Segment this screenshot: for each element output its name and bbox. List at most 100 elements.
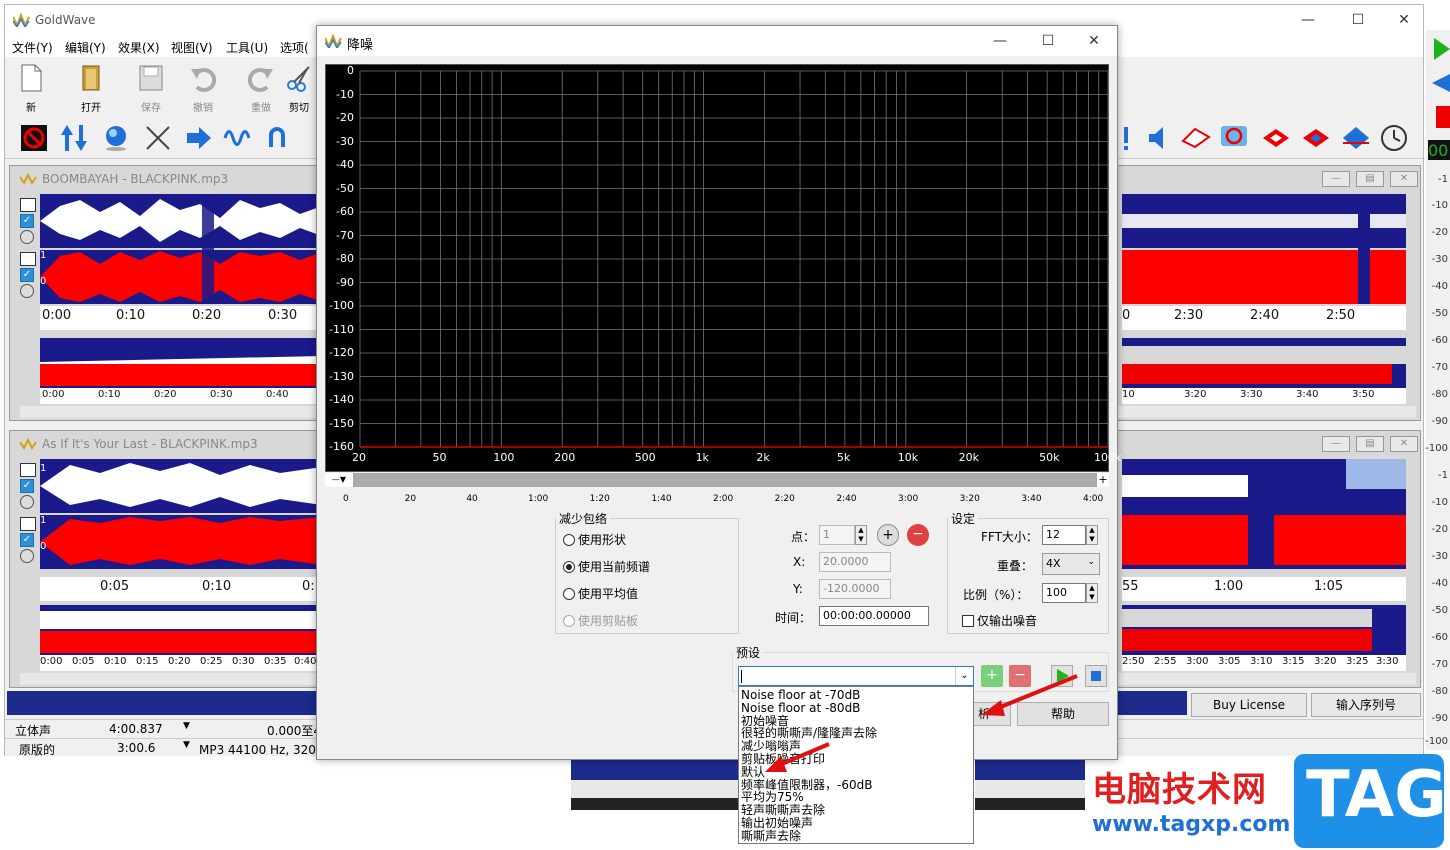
insert-arrow-icon[interactable] <box>183 123 213 153</box>
cut-button[interactable]: 剪切 <box>279 61 319 115</box>
radio-use-clipboard[interactable]: 使用剪贴板 <box>563 612 638 629</box>
channel-select-icon[interactable] <box>20 463 36 477</box>
scroll-left-icon[interactable]: —▼ <box>325 473 353 487</box>
waveform-right[interactable] <box>1122 194 1406 306</box>
output-noise-only-checkbox[interactable]: 仅输出噪音 <box>962 612 1037 629</box>
channel-2-solo-icon[interactable] <box>20 284 34 298</box>
zoom-in-icon[interactable]: + <box>1097 473 1109 487</box>
time-field[interactable]: 00:00:00.00000 <box>819 606 929 626</box>
channel-1-solo-icon[interactable] <box>20 495 34 509</box>
route-arrow-icon[interactable] <box>1181 123 1211 153</box>
diamond-blue-icon[interactable] <box>1301 123 1331 153</box>
preset-item[interactable]: Noise floor at -80dB <box>741 701 860 715</box>
point-field[interactable]: 1 <box>819 525 855 545</box>
fft-spinner-icon[interactable]: ▲ ▼ <box>1086 525 1098 545</box>
dialog-close-icon[interactable]: ✕ <box>1071 26 1117 56</box>
remove-point-icon[interactable]: − <box>907 524 929 546</box>
waveform-left-2[interactable] <box>40 459 322 569</box>
volume-icon[interactable] <box>1143 123 1173 153</box>
radio-use-average[interactable]: 使用平均值 <box>563 585 638 602</box>
open-button[interactable]: 打开 <box>71 61 111 115</box>
globe-icon[interactable] <box>101 123 131 153</box>
overview-left[interactable] <box>40 338 322 388</box>
buy-license-button[interactable]: Buy License <box>1191 693 1307 717</box>
preset-item[interactable]: 嘶嘶声去除 <box>741 829 801 843</box>
ratio-label: 比例（%）： <box>963 588 1029 602</box>
play-icon[interactable] <box>1434 38 1450 60</box>
ratio-spinner-icon[interactable]: ▲ ▼ <box>1086 583 1098 603</box>
undo-button[interactable]: 撤销 <box>183 61 223 115</box>
length-dropdown-icon[interactable]: ▼ <box>183 721 190 731</box>
channel-select-icon[interactable] <box>20 198 36 212</box>
original-dropdown-icon[interactable]: ▼ <box>183 740 190 750</box>
time-scrollbar[interactable]: —▼ + <box>325 473 1109 487</box>
clock-icon[interactable] <box>1379 123 1409 153</box>
menu-view[interactable]: 视图(V) <box>171 39 213 56</box>
menu-edit[interactable]: 编辑(Y) <box>65 39 106 56</box>
enter-serial-button[interactable]: 输入序列号 <box>1311 693 1421 717</box>
chevron-down-icon[interactable]: ⌄ <box>955 667 973 685</box>
add-point-icon[interactable]: + <box>877 524 899 546</box>
channel-1-checkbox[interactable]: ✓ <box>20 214 34 228</box>
scissors-icon <box>287 66 310 92</box>
overview-right-2[interactable] <box>1122 605 1406 655</box>
overview-right[interactable] <box>1122 338 1406 388</box>
diamond-red-icon[interactable] <box>1261 123 1291 153</box>
menu-effects[interactable]: 效果(X) <box>118 39 160 56</box>
channel-1-solo-icon[interactable] <box>20 230 34 244</box>
wave-icon[interactable] <box>223 123 253 153</box>
redo-button[interactable]: 重做 <box>241 61 281 115</box>
preset-item[interactable]: 默认 <box>741 765 765 779</box>
save-button[interactable]: 保存 <box>131 61 171 115</box>
expand-vertical-icon[interactable] <box>59 123 89 153</box>
menu-file[interactable]: 文件(Y) <box>12 39 53 56</box>
fft-size-field[interactable]: 12 <box>1042 525 1086 545</box>
channel-select-icon-2[interactable] <box>20 252 36 266</box>
sound-2-restore-icon[interactable]: ▤ <box>1356 436 1384 452</box>
channel-1-checkbox[interactable]: ✓ <box>20 479 34 493</box>
time-ruler-right[interactable]: 0 2:30 2:40 2:50 <box>1122 306 1406 330</box>
y-field[interactable]: -120.0000 <box>819 579 891 599</box>
channel-2-checkbox[interactable]: ✓ <box>20 533 34 547</box>
sound-1-restore-icon[interactable]: ▤ <box>1356 171 1384 187</box>
stop-chat-icon[interactable] <box>1219 123 1249 153</box>
ruler-label: 2:40 <box>1250 308 1280 323</box>
stop-record-icon[interactable] <box>19 123 49 153</box>
waveform-left[interactable] <box>40 194 322 306</box>
x-field[interactable]: 20.0000 <box>819 552 891 572</box>
minimize-icon[interactable]: — <box>1285 5 1331 35</box>
record-icon[interactable] <box>1436 106 1450 128</box>
preset-combobox[interactable]: ⌄ <box>738 666 974 686</box>
point-spinner-icon[interactable]: ▲ ▼ <box>855 525 867 545</box>
radio-use-current-spectrum[interactable]: 使用当前频谱 <box>563 558 650 575</box>
scroll-thumb[interactable] <box>353 473 1097 487</box>
sound-2-minimize-icon[interactable]: — <box>1322 436 1350 452</box>
rewind-icon[interactable] <box>1432 74 1450 92</box>
time-ruler-right-2[interactable]: 55 1:00 1:05 <box>1122 577 1406 601</box>
new-button[interactable]: 新 <box>11 61 51 115</box>
dialog-maximize-icon[interactable]: ☐ <box>1025 26 1071 56</box>
loop-back-icon[interactable] <box>263 123 293 153</box>
time-ruler-left-2[interactable]: 0:05 0:10 0:1 <box>40 577 323 601</box>
waveform-right-2[interactable] <box>1122 459 1406 569</box>
dialog-minimize-icon[interactable]: — <box>977 26 1023 56</box>
overview-left-2[interactable] <box>40 605 322 655</box>
menu-tools[interactable]: 工具(U) <box>226 39 268 56</box>
sound-1-close-icon[interactable]: ✕ <box>1390 171 1418 187</box>
sound-2-close-icon[interactable]: ✕ <box>1390 436 1418 452</box>
channel-select-icon-2[interactable] <box>20 517 36 531</box>
diamond-marker-icon[interactable] <box>1341 123 1371 153</box>
preview-stop-button[interactable] <box>1085 665 1107 687</box>
menu-options[interactable]: 选项( <box>280 39 309 56</box>
maximize-icon[interactable]: ☐ <box>1335 5 1381 35</box>
channel-2-checkbox[interactable]: ✓ <box>20 268 34 282</box>
time-ruler-left[interactable]: 0:00 0:10 0:20 0:30 <box>40 306 322 330</box>
cross-cut-icon[interactable] <box>143 123 173 153</box>
ratio-field[interactable]: 100 <box>1042 583 1086 603</box>
channel-2-solo-icon[interactable] <box>20 549 34 563</box>
overlap-select[interactable]: 4X ⌄ <box>1042 553 1100 575</box>
spectrum-plot[interactable]: 0 -10 -20 -30 -40 -50 -60 -70 -80 -90 -100 -110 -120… <box>325 64 1121 472</box>
close-icon[interactable]: ✕ <box>1381 5 1427 35</box>
radio-use-shape[interactable]: 使用形状 <box>563 531 626 548</box>
sound-1-minimize-icon[interactable]: — <box>1322 171 1350 187</box>
